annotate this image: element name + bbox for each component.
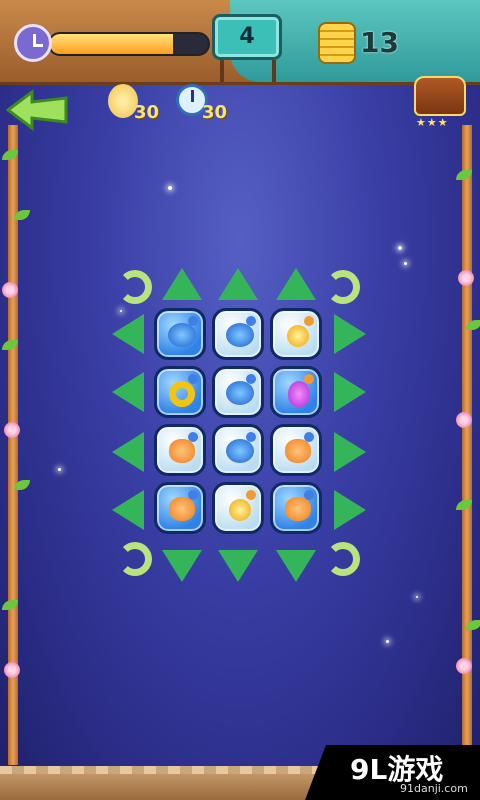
- coin-count: 13: [360, 26, 399, 59]
- flower-decoration: [458, 270, 474, 286]
- yellow-gem-icon: [287, 325, 309, 347]
- shift-up-column-1-button[interactable]: [162, 268, 202, 300]
- board-tile[interactable]: [270, 482, 322, 534]
- rotate-top-right-button[interactable]: [326, 270, 360, 304]
- time-bonus-count: 30: [202, 102, 228, 123]
- flower-o-gem-icon: [169, 439, 195, 463]
- clock-icon: [14, 24, 52, 62]
- bubble-icon: [246, 316, 256, 326]
- bubble-icon: [304, 490, 314, 500]
- flower-decoration: [4, 662, 20, 678]
- star-decoration: [404, 262, 407, 265]
- shift-right-row-2-button[interactable]: [334, 372, 366, 412]
- timer: [14, 24, 210, 64]
- bubble-icon: [246, 432, 256, 442]
- bubble-icon: [246, 490, 256, 500]
- purple-gem-icon: [288, 381, 310, 407]
- flower-decoration: [456, 658, 472, 674]
- shift-right-row-4-button[interactable]: [334, 490, 366, 530]
- board-tile[interactable]: [212, 308, 264, 360]
- board-tile[interactable]: [270, 366, 322, 418]
- blue-drop-gem-icon: [168, 323, 196, 347]
- watermark-url: 91danji.com: [400, 782, 468, 795]
- flower-decoration: [4, 422, 20, 438]
- star-decoration: [416, 596, 418, 598]
- board-tile[interactable]: [212, 366, 264, 418]
- bubble-icon: [188, 432, 198, 442]
- shift-up-column-2-button[interactable]: [218, 268, 258, 300]
- bubble-icon: [304, 374, 314, 384]
- rotate-bottom-left-button[interactable]: [118, 542, 152, 576]
- board-tile[interactable]: [212, 482, 264, 534]
- board-tile[interactable]: [154, 308, 206, 360]
- bubble-icon: [304, 316, 314, 326]
- board-tile[interactable]: [212, 424, 264, 476]
- shift-left-row-4-button[interactable]: [112, 490, 144, 530]
- flower-decoration: [2, 282, 18, 298]
- bubble-icon: [188, 490, 198, 500]
- shift-up-column-3-button[interactable]: [276, 268, 316, 300]
- bubble-icon: [188, 316, 198, 326]
- treasure-chest-icon[interactable]: [414, 76, 466, 116]
- star-decoration: [58, 468, 61, 471]
- flower-o-gem-icon: [285, 439, 311, 463]
- ring-gem-icon: [169, 381, 195, 407]
- bubble-icon: [246, 374, 256, 384]
- star-decoration: [120, 310, 122, 312]
- flower-o-gem-icon: [169, 497, 195, 521]
- blue-drop-gem-icon: [226, 381, 254, 405]
- board-tile[interactable]: [154, 482, 206, 534]
- star-decoration: [398, 246, 402, 250]
- shift-left-row-3-button[interactable]: [112, 432, 144, 472]
- shift-down-column-1-button[interactable]: [162, 550, 202, 582]
- bubble-icon: [304, 432, 314, 442]
- board-tile[interactable]: [154, 424, 206, 476]
- timer-fill: [50, 34, 174, 54]
- hint-count: 30: [134, 102, 160, 123]
- blue-drop-gem-icon: [226, 439, 254, 463]
- board-tile[interactable]: [270, 308, 322, 360]
- shift-down-column-2-button[interactable]: [218, 550, 258, 582]
- sign-post: [272, 60, 276, 82]
- board-tile[interactable]: [154, 366, 206, 418]
- shift-right-row-1-button[interactable]: [334, 314, 366, 354]
- bubble-icon: [188, 374, 198, 384]
- shift-left-row-1-button[interactable]: [112, 314, 144, 354]
- shift-left-row-2-button[interactable]: [112, 372, 144, 412]
- flower-decoration: [456, 412, 472, 428]
- blue-drop-gem-icon: [226, 323, 254, 347]
- shift-right-row-3-button[interactable]: [334, 432, 366, 472]
- coin-stack-icon: [318, 22, 356, 64]
- timer-bar: [48, 32, 210, 56]
- star-decoration: [168, 186, 172, 190]
- shift-down-column-3-button[interactable]: [276, 550, 316, 582]
- level-number: 4: [212, 14, 282, 60]
- flower-o-gem-icon: [285, 497, 311, 521]
- back-arrow-icon: [6, 89, 68, 131]
- rotate-bottom-right-button[interactable]: [326, 542, 360, 576]
- sign-post: [220, 60, 224, 82]
- yellow-gem-icon: [229, 499, 251, 521]
- rotate-top-left-button[interactable]: [118, 270, 152, 304]
- star-decoration: [386, 640, 389, 643]
- chest-stars: ★★★: [416, 116, 449, 129]
- board-tile[interactable]: [270, 424, 322, 476]
